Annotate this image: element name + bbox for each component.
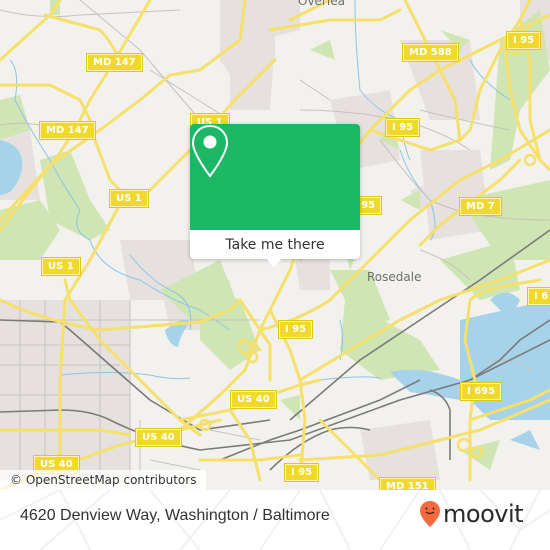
address-text: 4620 Denview Way, Washington / Baltimore	[20, 507, 330, 524]
road-shield: US 1	[109, 189, 149, 208]
map-view[interactable]: Overlea Rosedale MD 147 MD 147 US 1 US 1…	[0, 0, 550, 490]
road-shield: I 95	[505, 31, 542, 50]
map-attribution[interactable]: © OpenStreetMap contributors	[0, 470, 207, 490]
popup-pointer	[266, 258, 282, 267]
moovit-pin-icon	[420, 501, 440, 527]
road-shield: MD 151	[379, 477, 436, 490]
moovit-logo[interactable]: moovit	[419, 500, 524, 528]
road-shield: I 95	[283, 463, 320, 482]
road-shield: US 40	[230, 390, 277, 409]
road-shield: MD 147	[39, 121, 96, 140]
road-shield: I 95	[277, 320, 314, 339]
map-card: Overlea Rosedale MD 147 MD 147 US 1 US 1…	[0, 0, 550, 550]
road-shield: US 1	[41, 257, 81, 276]
footer-bar: 4620 Denview Way, Washington / Baltimore…	[0, 490, 550, 550]
take-me-there-button[interactable]: Take me there	[190, 230, 360, 259]
location-pin-icon	[191, 124, 229, 178]
road-shield: I 695	[459, 382, 503, 401]
road-shield: US 40	[135, 428, 182, 447]
road-shield: I 6	[526, 287, 550, 306]
road-shield: MD 588	[402, 43, 459, 62]
place-label-rosedale: Rosedale	[367, 270, 422, 284]
road-shield: MD 7	[459, 197, 502, 216]
popup-header	[190, 124, 360, 230]
road-shield: I 95	[384, 118, 421, 137]
location-popup: Take me there	[190, 124, 360, 267]
place-label-overlea: Overlea	[298, 0, 345, 8]
moovit-wordmark: moovit	[443, 500, 524, 528]
road-shield: MD 147	[86, 53, 143, 72]
